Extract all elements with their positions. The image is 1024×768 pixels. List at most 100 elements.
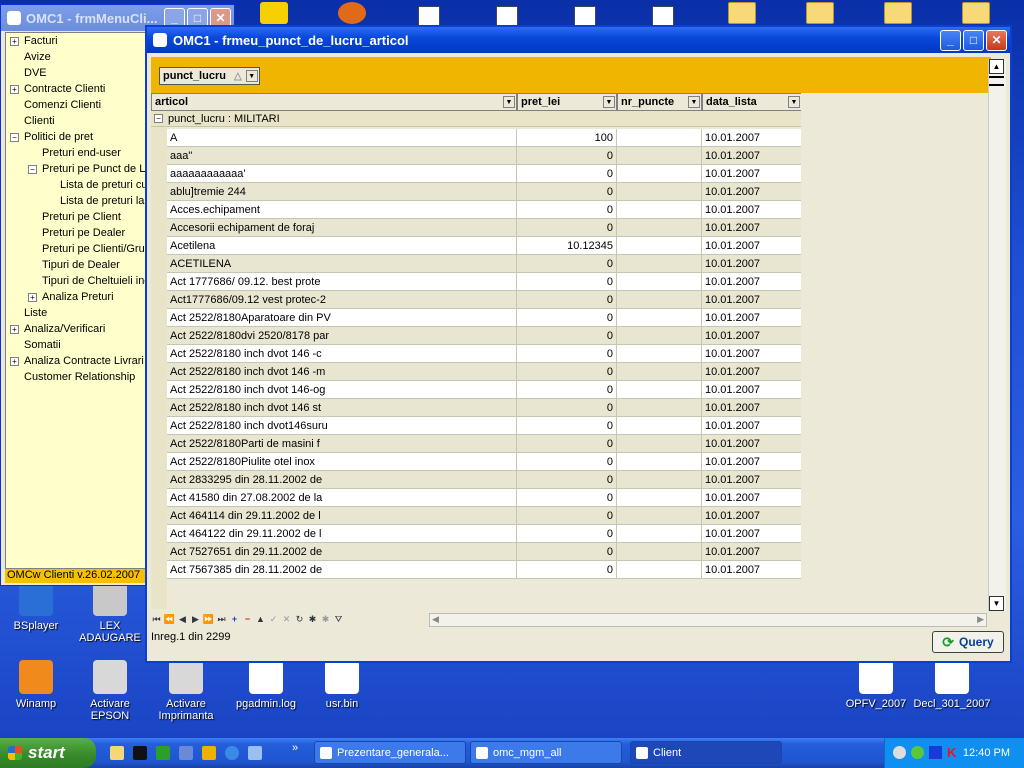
table-row[interactable]: Act 1777686/ 09.12. best prote 0 10.01.200… — [167, 273, 801, 291]
cell-nr_puncte[interactable] — [617, 183, 702, 201]
cell-pret_lei[interactable]: 0 — [517, 417, 617, 435]
cell-articol[interactable]: Act 1777686/ 09.12. best prote — [167, 273, 517, 291]
cell-data_lista[interactable]: 10.01.2007 — [702, 507, 801, 525]
table-row[interactable]: Act 2522/8180 inch dvot146suru 0 10.01.200… — [167, 417, 801, 435]
cell-data_lista[interactable]: 10.01.2007 — [702, 219, 801, 237]
scroll-down-button[interactable]: ▼ — [989, 596, 1004, 611]
cell-nr_puncte[interactable] — [617, 201, 702, 219]
table-row[interactable]: Act 2522/8180 inch dvot 146 st 0 10.01.200… — [167, 399, 801, 417]
chevron-down-icon[interactable]: ▼ — [603, 96, 615, 108]
cell-pret_lei[interactable]: 0 — [517, 471, 617, 489]
expand-icon[interactable]: + — [10, 324, 19, 334]
main-window-titlebar[interactable]: OMC1 - frmeu_punct_de_lucru_articol _ □ … — [147, 27, 1010, 53]
cell-nr_puncte[interactable] — [617, 453, 702, 471]
cell-pret_lei[interactable]: 0 — [517, 507, 617, 525]
cell-pret_lei[interactable]: 0 — [517, 435, 617, 453]
query-button[interactable]: ⟳ Query — [932, 631, 1004, 653]
desktop-top-icon-5[interactable] — [574, 6, 596, 26]
collapse-icon[interactable]: − — [10, 132, 19, 142]
cell-nr_puncte[interactable] — [617, 381, 702, 399]
desktop-top-folder-4[interactable] — [962, 2, 990, 24]
ie-icon[interactable] — [225, 746, 239, 760]
close-button[interactable]: ✕ — [986, 29, 1007, 51]
table-row[interactable]: Act 2522/8180dvi 2520/8178 par 0 10.01.200… — [167, 327, 801, 345]
cell-data_lista[interactable]: 10.01.2007 — [702, 381, 801, 399]
show-desktop-icon[interactable] — [110, 746, 124, 760]
desktop-icon-bsplayer[interactable]: BSplayer — [0, 582, 76, 632]
scroll-right-icon[interactable]: ▶ — [977, 614, 984, 625]
goto-bookmark-icon[interactable]: ✱ — [320, 613, 331, 625]
cell-nr_puncte[interactable] — [617, 291, 702, 309]
cell-nr_puncte[interactable] — [617, 219, 702, 237]
tray-icon-1[interactable] — [893, 746, 906, 759]
cell-pret_lei[interactable]: 0 — [517, 543, 617, 561]
cell-pret_lei[interactable]: 0 — [517, 381, 617, 399]
tree-item[interactable]: Liste — [10, 307, 47, 319]
cell-articol[interactable]: A — [167, 129, 517, 147]
cell-data_lista[interactable]: 10.01.2007 — [702, 417, 801, 435]
last-record-icon[interactable]: ⏭ — [216, 613, 227, 625]
table-row[interactable]: Act 2833295 din 28.11.2002 de 0 10.01.2007 — [167, 471, 801, 489]
cell-data_lista[interactable]: 10.01.2007 — [702, 255, 801, 273]
group-row[interactable]: − punct_lucru : MILITARI — [151, 111, 801, 127]
expand-icon[interactable]: + — [10, 84, 19, 94]
cell-articol[interactable]: Act 2833295 din 28.11.2002 de — [167, 471, 517, 489]
cell-data_lista[interactable]: 10.01.2007 — [702, 183, 801, 201]
cell-pret_lei[interactable]: 0 — [517, 183, 617, 201]
cell-pret_lei[interactable]: 0 — [517, 291, 617, 309]
cell-data_lista[interactable]: 10.01.2007 — [702, 363, 801, 381]
prev-page-icon[interactable]: ⏪ — [164, 613, 175, 625]
tray-icon-4[interactable]: K — [947, 746, 960, 759]
cell-articol[interactable]: aaa" — [167, 147, 517, 165]
cell-articol[interactable]: aaaaaaaaaaaa' — [167, 165, 517, 183]
cell-nr_puncte[interactable] — [617, 129, 702, 147]
cell-articol[interactable]: Act 7527651 din 29.11.2002 de — [167, 543, 517, 561]
edit-icon[interactable]: ▲ — [255, 613, 266, 625]
first-record-icon[interactable]: ⏮ — [151, 613, 162, 625]
cell-articol[interactable]: Act 2522/8180Aparatoare din PV — [167, 309, 517, 327]
tray-icon-3[interactable] — [929, 746, 942, 759]
tree-item[interactable]: Preturi pe Client — [28, 211, 121, 223]
minimize-button[interactable]: _ — [940, 29, 961, 51]
desktop-top-folder-3[interactable] — [884, 2, 912, 24]
cell-articol[interactable]: Act 2522/8180 inch dvot146suru — [167, 417, 517, 435]
tree-item[interactable]: Lista de preturi cu — [46, 179, 147, 191]
cell-nr_puncte[interactable] — [617, 507, 702, 525]
cell-data_lista[interactable]: 10.01.2007 — [702, 399, 801, 417]
tree-item[interactable]: − Preturi pe Punct de L — [28, 163, 145, 175]
scroll-thumb[interactable] — [989, 76, 1004, 86]
tray-icon-2[interactable] — [911, 746, 924, 759]
table-row[interactable]: Act1777686/09.12 vest protec-2 0 10.01.200… — [167, 291, 801, 309]
cell-data_lista[interactable]: 10.01.2007 — [702, 201, 801, 219]
next-page-icon[interactable]: ⏩ — [203, 613, 214, 625]
desktop-top-icon-2[interactable] — [338, 2, 366, 24]
collapse-icon[interactable]: − — [154, 114, 163, 123]
cell-nr_puncte[interactable] — [617, 237, 702, 255]
desktop-icon-lex-adaugare[interactable]: LEX ADAUGARE — [70, 582, 150, 644]
chevron-down-icon[interactable]: ▼ — [245, 70, 258, 82]
table-row[interactable]: aaa" 0 10.01.2007 — [167, 147, 801, 165]
more-quicklaunch-icon[interactable]: » — [292, 742, 298, 754]
cell-data_lista[interactable]: 10.01.2007 — [702, 543, 801, 561]
cell-nr_puncte[interactable] — [617, 543, 702, 561]
table-row[interactable]: Act 2522/8180 inch dvot 146 -c 0 10.01.200… — [167, 345, 801, 363]
cell-pret_lei[interactable]: 10.12345 — [517, 237, 617, 255]
cell-data_lista[interactable]: 10.01.2007 — [702, 291, 801, 309]
chevron-down-icon[interactable]: ▼ — [788, 96, 800, 108]
table-row[interactable]: Acces.echipament 0 10.01.2007 — [167, 201, 801, 219]
scroll-up-button[interactable]: ▲ — [989, 59, 1004, 74]
tree-item[interactable]: Tipuri de Cheltuieli inc — [28, 275, 150, 287]
cell-pret_lei[interactable]: 0 — [517, 525, 617, 543]
cell-articol[interactable]: Act 464114 din 29.11.2002 de l — [167, 507, 517, 525]
cell-nr_puncte[interactable] — [617, 165, 702, 183]
cell-data_lista[interactable]: 10.01.2007 — [702, 453, 801, 471]
start-button[interactable]: start — [0, 738, 96, 768]
cell-articol[interactable]: Acces.echipament — [167, 201, 517, 219]
cell-articol[interactable]: Act 464122 din 29.11.2002 de l — [167, 525, 517, 543]
cell-nr_puncte[interactable] — [617, 471, 702, 489]
desktop-icon-activare-epson[interactable]: Activare EPSON — [70, 660, 150, 722]
taskbar-button[interactable]: Client — [630, 741, 782, 764]
desktop-top-icon-3[interactable] — [418, 6, 440, 26]
cell-articol[interactable]: Act 2522/8180 inch dvot 146 -m — [167, 363, 517, 381]
expand-icon[interactable]: + — [10, 36, 19, 46]
